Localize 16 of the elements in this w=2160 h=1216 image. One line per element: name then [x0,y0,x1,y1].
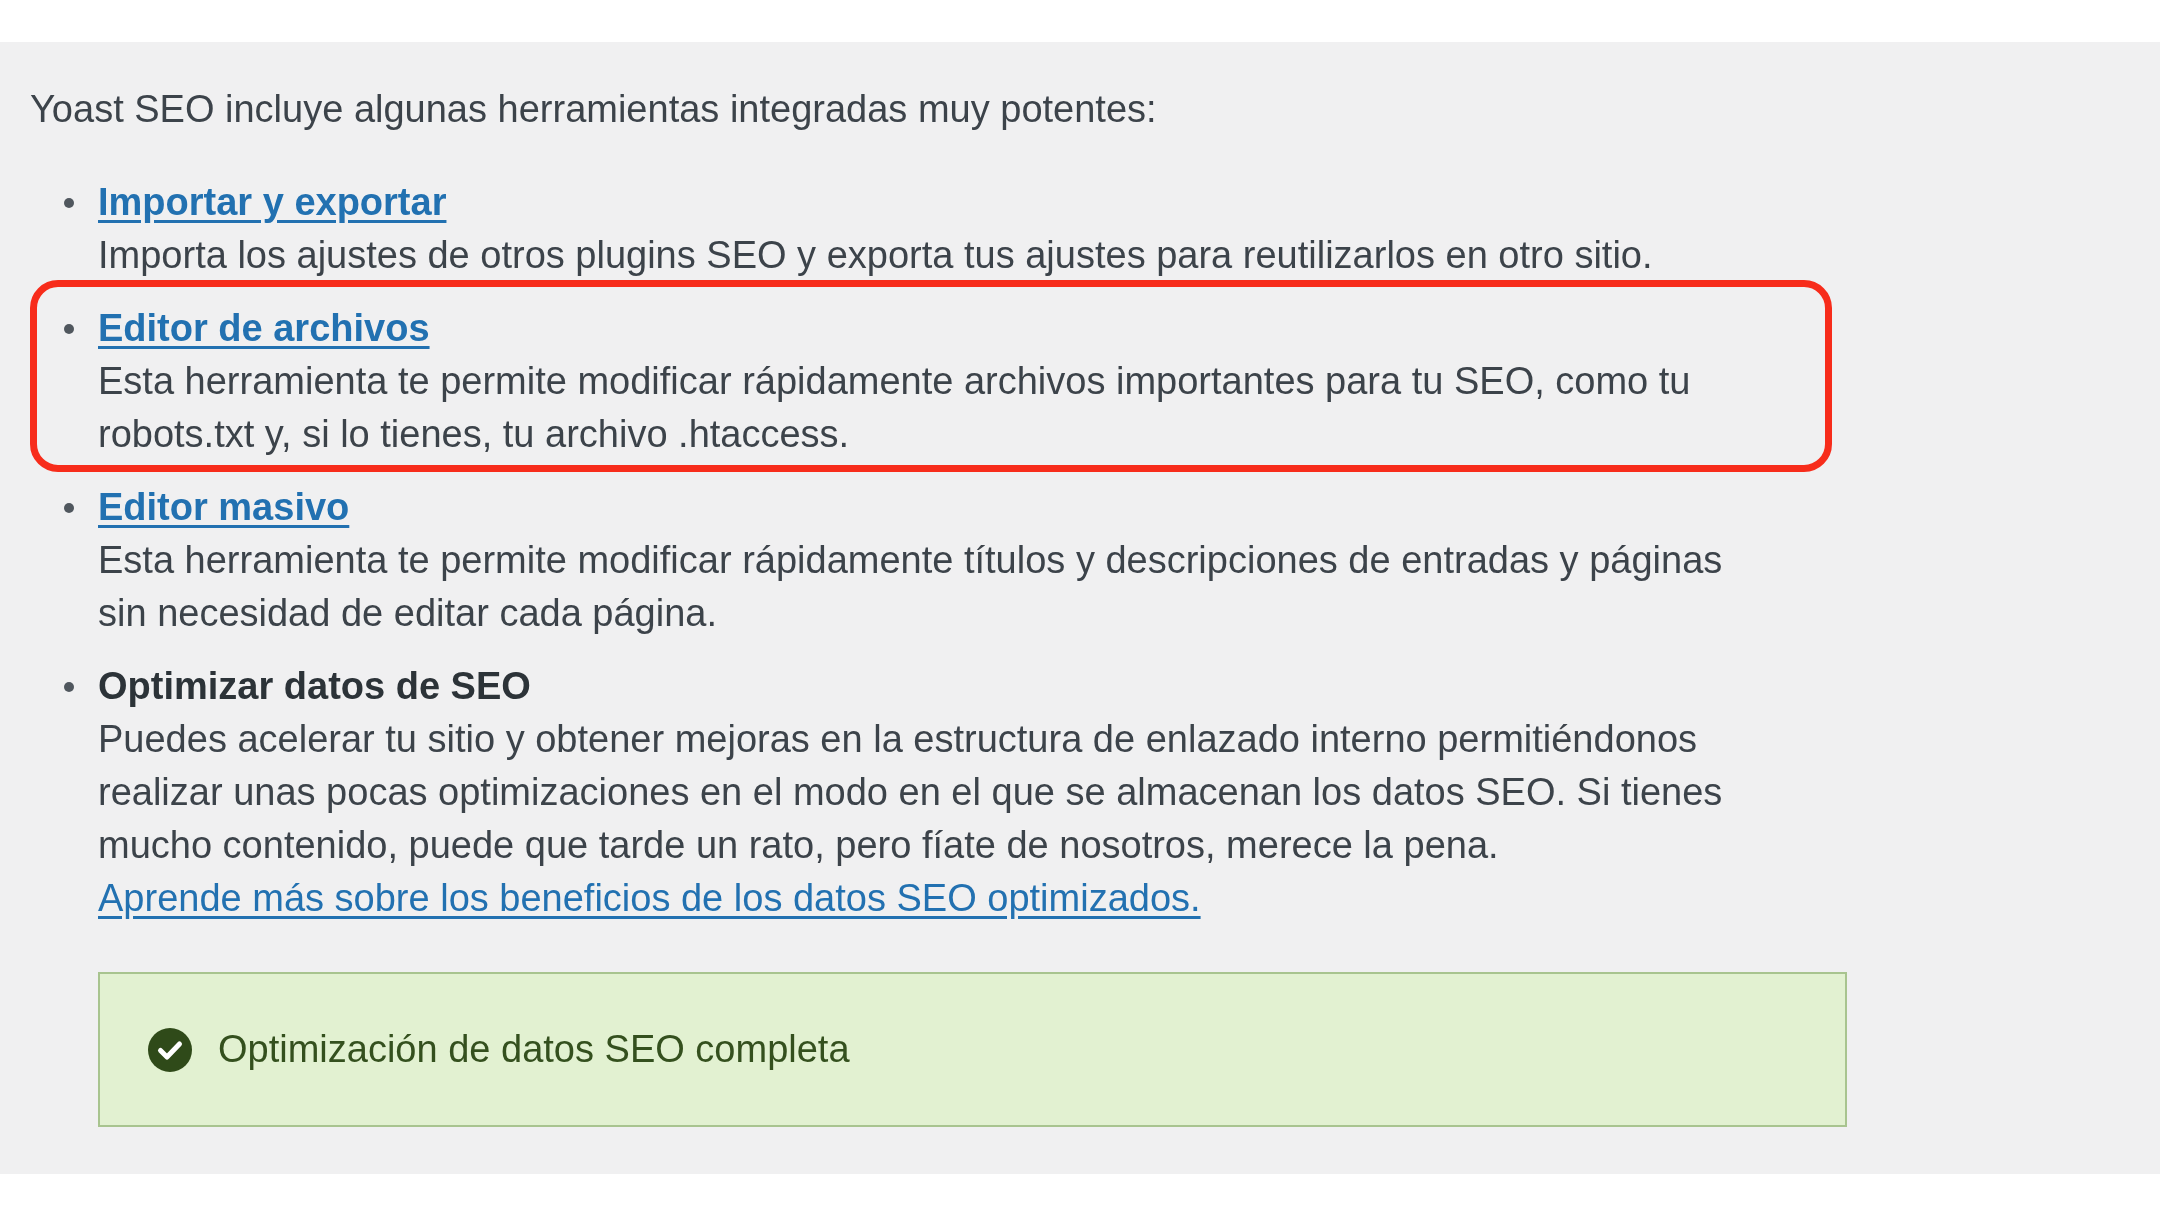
learn-more-link[interactable]: Aprende más sobre los beneficios de los datos SEO optimizados. [98,877,1201,919]
tool-title: Optimizar datos de SEO [98,664,531,709]
notice-message: Optimización de datos SEO completa [218,1027,850,1072]
bullet-icon [64,324,74,334]
bullet-icon [64,503,74,513]
tool-description: Puedes acelerar tu sitio y obtener mejoras en la estructura de enlazado interno permitiéndonos realizar unas pocas optimizaciones en el modo en el que se almacenan los datos SEO. Si tienes mucho contenido, puede que tarde un rato, pero fíate de nosotros, merece la pena. Aprende más sobre los beneficios de los datos SEO optimizados. [98,717,1724,921]
tool-link[interactable]: Editor de archivos [98,302,430,355]
tool-description: Esta herramienta te permite modificar rápidamente archivos importantes para tu SEO, como tu robots.txt y, si lo tienes, tu archivo .htaccess. [98,359,1692,457]
tool-description: Importa los ajustes de otros plugins SEO y exporta tus ajustes para reutilizarlos en otro sitio. [98,233,1654,278]
intro-text: Yoast SEO incluye algunas herramientas integradas muy potentes: [30,87,1158,132]
bullet-icon [64,198,74,208]
bullet-icon [64,682,74,692]
tool-link[interactable]: Editor masivo [98,481,350,534]
tool-description: Esta herramienta te permite modificar rápidamente títulos y descripciones de entradas y páginas sin necesidad de editar cada página. [98,538,1724,636]
check-circle-icon [148,1027,192,1072]
tool-link[interactable]: Importar y exportar [98,176,447,229]
